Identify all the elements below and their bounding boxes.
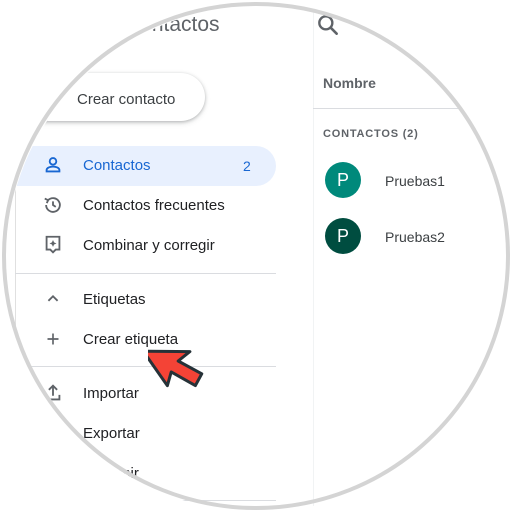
divider — [15, 366, 276, 367]
sidebar-item-contacts-label: Contactos — [83, 157, 151, 174]
search-icon[interactable] — [315, 12, 341, 38]
sidebar-item-merge-label: Combinar y corregir — [83, 237, 215, 254]
contact-name: Pruebas1 — [385, 173, 445, 189]
red-arrow-cursor-icon — [148, 349, 204, 388]
sidebar-item-print-label: mir — [118, 465, 139, 482]
search-field-hint[interactable] — [355, 22, 365, 25]
sidebar-item-print[interactable] — [10, 454, 276, 494]
chevron-up-icon — [47, 294, 59, 302]
divider — [15, 273, 276, 274]
contacts-section-label: CONTACTOS (2) — [323, 128, 419, 140]
person-icon — [45, 157, 61, 173]
app-title: Contactos — [125, 13, 220, 36]
history-icon — [44, 197, 61, 213]
sidebar-item-export[interactable] — [10, 414, 276, 454]
sidebar-item-export-label: Exportar — [83, 425, 140, 442]
avatar: P — [325, 218, 361, 254]
magnified-screenshot: Contactos Crear contacto Contactos 2 Con… — [0, 0, 520, 520]
contacts-count-badge: 2 — [243, 158, 251, 174]
contact-name: Pruebas2 — [385, 229, 445, 245]
divider — [15, 500, 276, 501]
sidebar-item-frequent-label: Contactos frecuentes — [83, 197, 225, 214]
sidebar-item-import-label: Importar — [83, 385, 139, 402]
create-contact-label: Crear contacto — [77, 91, 176, 108]
labels-section-label: Etiquetas — [83, 291, 146, 308]
avatar: P — [325, 162, 361, 198]
merge-icon — [45, 235, 61, 254]
upload-icon — [45, 384, 61, 401]
magnifier-circle: Contactos Crear contacto Contactos 2 Con… — [6, 6, 512, 512]
name-column-header[interactable]: Nombre — [323, 75, 376, 91]
header-divider — [313, 108, 512, 109]
plus-icon — [47, 333, 59, 345]
